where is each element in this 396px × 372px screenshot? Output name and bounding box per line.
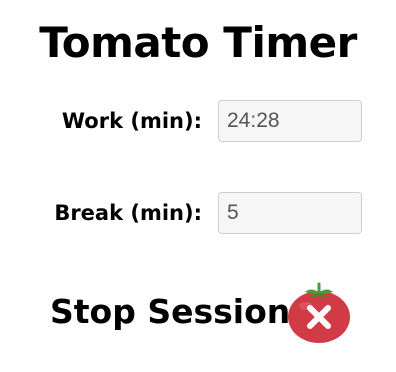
page-title: Tomato Timer: [39, 18, 357, 67]
break-field-row: Break (min):: [0, 192, 396, 234]
break-input[interactable]: [218, 192, 362, 234]
work-label: Work (min):: [61, 109, 202, 133]
stop-session-button[interactable]: Stop Session: [50, 292, 290, 331]
tomato-close-icon[interactable]: [286, 282, 352, 344]
stop-session-control[interactable]: Stop Session: [0, 282, 396, 344]
break-label: Break (min):: [54, 201, 202, 225]
work-input[interactable]: [218, 100, 362, 142]
work-field-row: Work (min):: [0, 100, 396, 142]
